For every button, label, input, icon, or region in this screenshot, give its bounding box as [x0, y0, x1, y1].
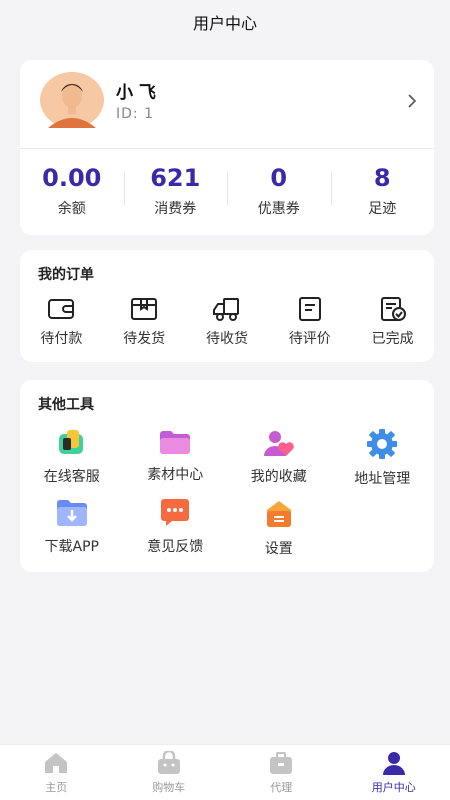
folder-icon: [160, 431, 191, 454]
tab-home[interactable]: 主页: [0, 745, 113, 800]
order-label: 待付款: [40, 331, 83, 347]
cart-icon: [157, 751, 180, 774]
done-icon: [380, 297, 406, 321]
review-icon: [298, 297, 321, 321]
agent-icon: [270, 752, 293, 774]
favorites-icon: [263, 431, 294, 456]
user-id: ID: 1: [116, 106, 154, 122]
tab-agent[interactable]: 代理: [225, 745, 338, 800]
stat-value: 0.00: [42, 164, 102, 192]
orders-card: 我的订单 待付款 待发货 待收货 待评价 已完成: [20, 250, 434, 362]
orders-row: 待付款 待发货 待收货 待评价 已完成: [20, 296, 434, 348]
tool-label: 素材中心: [147, 467, 204, 483]
order-completed[interactable]: 已完成: [351, 296, 434, 348]
stat-label: 足迹: [368, 201, 397, 217]
tab-bar: 主页 购物车 代理 用户中心: [0, 744, 450, 800]
tab-label: 购物车: [152, 781, 186, 794]
tool-settings[interactable]: 设置: [227, 498, 331, 568]
box-icon: [131, 298, 158, 320]
order-label: 待收货: [205, 331, 248, 347]
tool-feedback[interactable]: 意见反馈: [124, 498, 228, 568]
tab-label: 代理: [270, 781, 293, 794]
wallet-icon: [48, 299, 75, 319]
user-icon: [382, 752, 405, 775]
stats-row: 0.00 余额 621 消费券 0 优惠券 8 足迹: [20, 158, 434, 228]
order-label: 待评价: [288, 331, 331, 347]
page-title: 用户中心: [192, 14, 257, 33]
tab-cart[interactable]: 购物车: [113, 745, 226, 800]
order-pending-review[interactable]: 待评价: [268, 296, 351, 348]
order-pending-shipment[interactable]: 待发货: [103, 296, 186, 348]
stat-label: 消费券: [154, 201, 197, 217]
stat-balance[interactable]: 0.00 余额: [20, 158, 124, 228]
tab-user-center[interactable]: 用户中心: [338, 745, 450, 800]
customer-service-icon: [58, 430, 83, 454]
feedback-icon: [161, 499, 190, 526]
stat-label: 优惠券: [257, 201, 300, 217]
chevron-right-icon[interactable]: [406, 94, 418, 108]
tool-label: 下载APP: [44, 539, 99, 555]
stat-value: 621: [150, 164, 201, 192]
tool-label: 地址管理: [354, 471, 411, 487]
stat-consumption-vouchers[interactable]: 621 消费券: [123, 158, 228, 228]
tool-label: 意见反馈: [147, 539, 204, 555]
tab-label: 用户中心: [371, 781, 416, 794]
stat-label: 余额: [57, 201, 86, 217]
stat-footprints[interactable]: 8 足迹: [330, 158, 435, 228]
download-icon: [56, 500, 87, 526]
tool-download-app[interactable]: 下载APP: [20, 498, 124, 568]
orders-title: 我的订单: [38, 267, 94, 283]
stat-coupons[interactable]: 0 优惠券: [227, 158, 331, 228]
tool-empty-slot: [331, 498, 435, 568]
order-label: 已完成: [371, 331, 414, 347]
tool-material-center[interactable]: 素材中心: [124, 428, 228, 498]
avatar[interactable]: [40, 72, 104, 128]
stat-value: 8: [373, 164, 391, 192]
tool-customer-service[interactable]: 在线客服: [20, 428, 124, 498]
stat-value: 0: [270, 164, 288, 192]
gear-icon: [367, 429, 398, 459]
truck-icon: [212, 298, 239, 321]
tools-card: 其他工具 在线客服 素材中心 我的收藏 地址管理 下载APP 意见反馈 设置: [20, 380, 434, 572]
tool-label: 在线客服: [43, 469, 100, 485]
tool-address-management[interactable]: 地址管理: [331, 428, 435, 498]
page-header: 用户中心: [0, 0, 450, 44]
divider: [20, 148, 434, 149]
home-icon: [45, 753, 68, 773]
tools-grid: 在线客服 素材中心 我的收藏 地址管理 下载APP 意见反馈 设置: [20, 428, 434, 568]
order-pending-receipt[interactable]: 待收货: [186, 296, 269, 348]
settings-icon: [266, 501, 291, 527]
tools-title: 其他工具: [38, 397, 94, 413]
tab-label: 主页: [45, 781, 68, 794]
order-pending-payment[interactable]: 待付款: [20, 296, 103, 348]
order-label: 待发货: [123, 331, 166, 347]
user-name: 小 飞: [116, 83, 156, 103]
profile-card: 小 飞 ID: 1 0.00 余额 621 消费券 0 优惠券 8 足迹: [20, 60, 434, 235]
tool-favorites[interactable]: 我的收藏: [227, 428, 331, 498]
tool-label: 我的收藏: [250, 469, 307, 485]
tool-label: 设置: [264, 541, 293, 557]
